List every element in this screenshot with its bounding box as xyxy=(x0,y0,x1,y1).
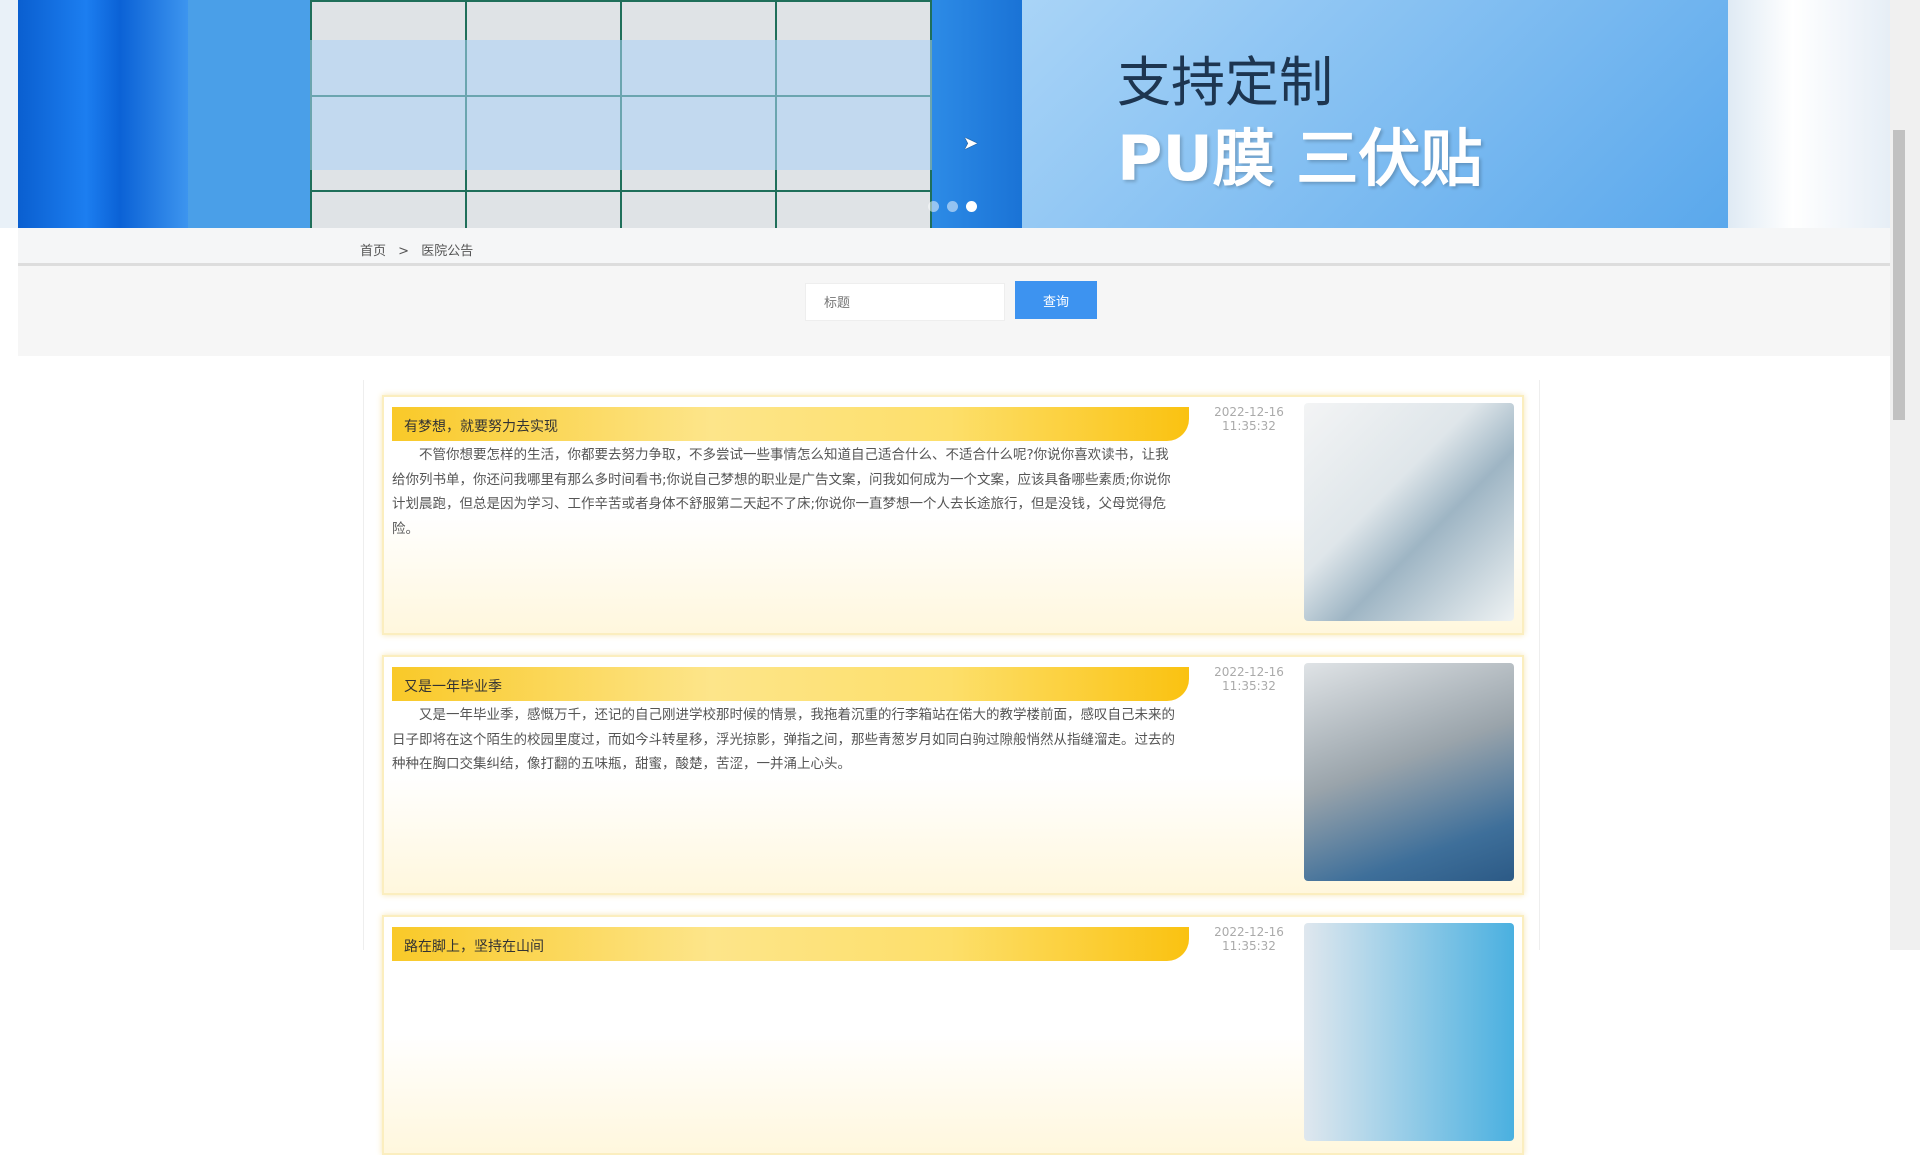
list-item[interactable]: 又是一年毕业季 又是一年毕业季，感慨万千，还记的自己刚进学校那时候的情景，我拖着… xyxy=(382,655,1524,895)
carousel-dot-active[interactable] xyxy=(966,201,977,212)
article-summary: 不管你想要怎样的生活，你都要去努力争取，不多尝试一些事情怎么知道自己适合什么、不… xyxy=(392,447,1171,537)
article-date: 2022-12-16 11:35:32 xyxy=(1214,405,1284,433)
article-summary: 又是一年毕业季，感慨万千，还记的自己刚进学校那时候的情景，我拖着沉重的行李箱站在… xyxy=(392,707,1175,772)
breadcrumb: 首页 > 医院公告 xyxy=(18,228,1890,266)
article-title[interactable]: 又是一年毕业季 xyxy=(392,667,1189,701)
carousel-dot[interactable] xyxy=(928,201,939,212)
article-thumbnail[interactable] xyxy=(1304,663,1514,881)
search-bar: 查询 xyxy=(18,266,1890,356)
page-scrollbar[interactable] xyxy=(1890,0,1920,950)
list-item[interactable]: 有梦想，就要努力去实现 不管你想要怎样的生活，你都要去努力争取，不多尝试一些事情… xyxy=(382,395,1524,635)
banner-text-panel: 支持定制 PU膜 三伏贴 xyxy=(1022,0,1728,228)
announcement-list: 有梦想，就要努力去实现 不管你想要怎样的生活，你都要去努力争取，不多尝试一些事情… xyxy=(363,380,1540,1155)
mouse-cursor-icon: ➤ xyxy=(963,133,979,154)
breadcrumb-current: 医院公告 xyxy=(421,244,474,259)
scrollbar-thumb[interactable] xyxy=(1893,130,1905,420)
banner-bg xyxy=(932,0,1022,228)
breadcrumb-separator: > xyxy=(398,244,410,259)
article-date: 2022-12-16 11:35:32 xyxy=(1214,665,1284,693)
title-search-input[interactable] xyxy=(805,283,1005,321)
article-title[interactable]: 有梦想，就要努力去实现 xyxy=(392,407,1189,441)
article-title[interactable]: 路在脚上，坚持在山间 xyxy=(392,927,1189,961)
banner-product-image xyxy=(310,0,932,228)
article-date: 2022-12-16 11:35:32 xyxy=(1214,925,1284,953)
query-button[interactable]: 查询 xyxy=(1015,281,1097,319)
banner-bg xyxy=(188,0,310,228)
banner-carousel[interactable]: 支持定制 PU膜 三伏贴 ➤ xyxy=(0,0,1890,228)
article-thumbnail[interactable] xyxy=(1304,403,1514,621)
list-item[interactable]: 路在脚上，坚持在山间 2022-12-16 11:35:32 xyxy=(382,915,1524,1155)
banner-bg xyxy=(1728,0,1890,228)
carousel-dots[interactable] xyxy=(928,201,977,212)
article-thumbnail[interactable] xyxy=(1304,923,1514,1141)
carousel-dot[interactable] xyxy=(947,201,958,212)
banner-line1: 支持定制 xyxy=(1117,51,1333,114)
banner-line2: PU膜 三伏贴 xyxy=(1117,122,1483,195)
banner-curtain xyxy=(18,0,188,228)
breadcrumb-home[interactable]: 首页 xyxy=(360,244,386,259)
